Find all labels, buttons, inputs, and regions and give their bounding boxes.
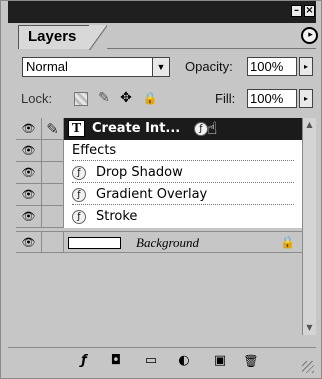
effect-name: Drop Shadow [96,165,183,180]
layer-row-create-int[interactable]: 👁 ✎ T Create Int... ƒ ☝ [16,118,302,140]
link-cell[interactable] [42,184,64,206]
layer-name[interactable]: Create Int... [92,121,180,136]
scroll-up-icon[interactable]: ▲ [303,118,316,132]
effect-content[interactable]: ƒ Drop Shadow [64,162,302,184]
add-layer-style-icon[interactable]: ƒ [76,353,92,369]
scroll-down-icon[interactable]: ▼ [303,321,316,335]
opacity-label: Opacity: [185,59,233,74]
palette-bottom-toolbar: ƒ ◘ ▭ ◐ ▣ 🗑 [8,347,316,375]
effect-content[interactable]: ƒ Stroke [64,206,302,228]
effect-row-drop-shadow[interactable]: 👁 ƒ Drop Shadow [16,162,302,184]
lock-label: Lock: [21,91,53,106]
layers-scrollbar[interactable]: ▲ ▼ [302,118,316,335]
link-cell[interactable] [42,162,64,184]
add-layer-mask-icon[interactable]: ◘ [108,353,124,369]
link-cell[interactable] [42,231,64,253]
layers-palette: – × Layers ▸ Normal ▼ Opacity: 100% ▸ Lo… [0,0,322,379]
tab-divider [107,48,316,49]
dotted-separator [72,204,294,205]
lock-image-brush-icon[interactable]: ✎ [96,90,112,106]
opacity-slider-arrow-icon[interactable]: ▸ [299,57,313,76]
lock-transparent-icon[interactable] [74,92,88,106]
panel-menu-arrow-icon[interactable]: ▸ [301,27,318,44]
dotted-separator [72,182,294,183]
layer-thumbnail [68,237,121,249]
delete-layer-icon[interactable]: 🗑 [243,353,259,369]
layer-row-background[interactable]: 👁 Background 🔒 [16,231,302,253]
tab-edge [89,25,107,50]
eye-icon[interactable]: 👁 [16,184,42,206]
lock-all-padlock-icon[interactable]: 🔒 [142,90,158,106]
palette-tab-row: Layers ▸ [8,23,318,50]
close-button[interactable]: × [304,5,315,17]
eye-icon[interactable]: 👁 [16,140,42,162]
fill-field[interactable]: 100% [247,89,297,108]
new-fill-adjustment-layer-icon[interactable]: ◐ [176,353,192,369]
layer-name[interactable]: Background [136,235,199,251]
effect-name: Gradient Overlay [96,187,208,202]
link-cell[interactable] [42,140,64,162]
resize-grip-icon[interactable] [302,361,314,373]
blend-mode-value: Normal [26,59,68,74]
minimize-button[interactable]: – [291,5,302,17]
effect-row-stroke[interactable]: 👁 ƒ Stroke [16,206,302,228]
eye-icon[interactable]: 👁 [16,162,42,184]
effect-fx-icon: ƒ [72,188,86,202]
dotted-separator [72,160,294,161]
effect-name: Stroke [96,209,138,224]
brush-icon[interactable]: ✎ [42,118,64,140]
effect-content[interactable]: ƒ Gradient Overlay [64,184,302,206]
link-cell[interactable] [42,206,64,228]
create-new-layer-icon[interactable]: ▣ [212,353,228,369]
effect-fx-icon: ƒ [72,166,86,180]
layer-style-fx-icon[interactable]: ƒ [194,122,208,136]
effect-row-gradient-overlay[interactable]: 👁 ƒ Gradient Overlay [16,184,302,206]
effects-label: Effects [72,143,117,158]
palette-titlebar[interactable]: – × [8,1,316,23]
eye-icon[interactable]: 👁 [16,231,42,253]
lock-position-move-icon[interactable]: ✥ [118,90,134,106]
layer-content[interactable]: Background 🔒 [64,231,302,253]
layers-list-content: 👁 ✎ T Create Int... ƒ ☝ 👁 Effects 👁 ƒ Dr… [16,118,302,335]
layer-content[interactable]: T Create Int... ƒ ☝ [64,118,302,140]
lock-fill-row: Lock: ✎ ✥ 🔒 Fill: 100% ▸ [8,89,316,111]
tab-layers[interactable]: Layers [18,25,90,49]
eye-icon[interactable]: 👁 [16,118,42,140]
effect-fx-icon: ƒ [72,210,86,224]
effects-row[interactable]: 👁 Effects [16,140,302,162]
chevron-down-icon[interactable]: ▼ [152,58,169,76]
blend-opacity-row: Normal ▼ Opacity: 100% ▸ [8,57,316,79]
hand-cursor-icon: ☝ [207,119,218,139]
opacity-field[interactable]: 100% [247,57,297,76]
fill-slider-arrow-icon[interactable]: ▸ [299,89,313,108]
effects-content[interactable]: Effects [64,140,302,162]
blend-mode-select[interactable]: Normal ▼ [22,57,170,77]
padlock-icon: 🔒 [280,235,295,249]
new-layer-set-icon[interactable]: ▭ [143,353,159,369]
eye-icon[interactable]: 👁 [16,206,42,228]
text-layer-icon: T [68,120,85,137]
fill-label: Fill: [215,91,236,106]
layers-list: 👁 ✎ T Create Int... ƒ ☝ 👁 Effects 👁 ƒ Dr… [8,118,316,335]
